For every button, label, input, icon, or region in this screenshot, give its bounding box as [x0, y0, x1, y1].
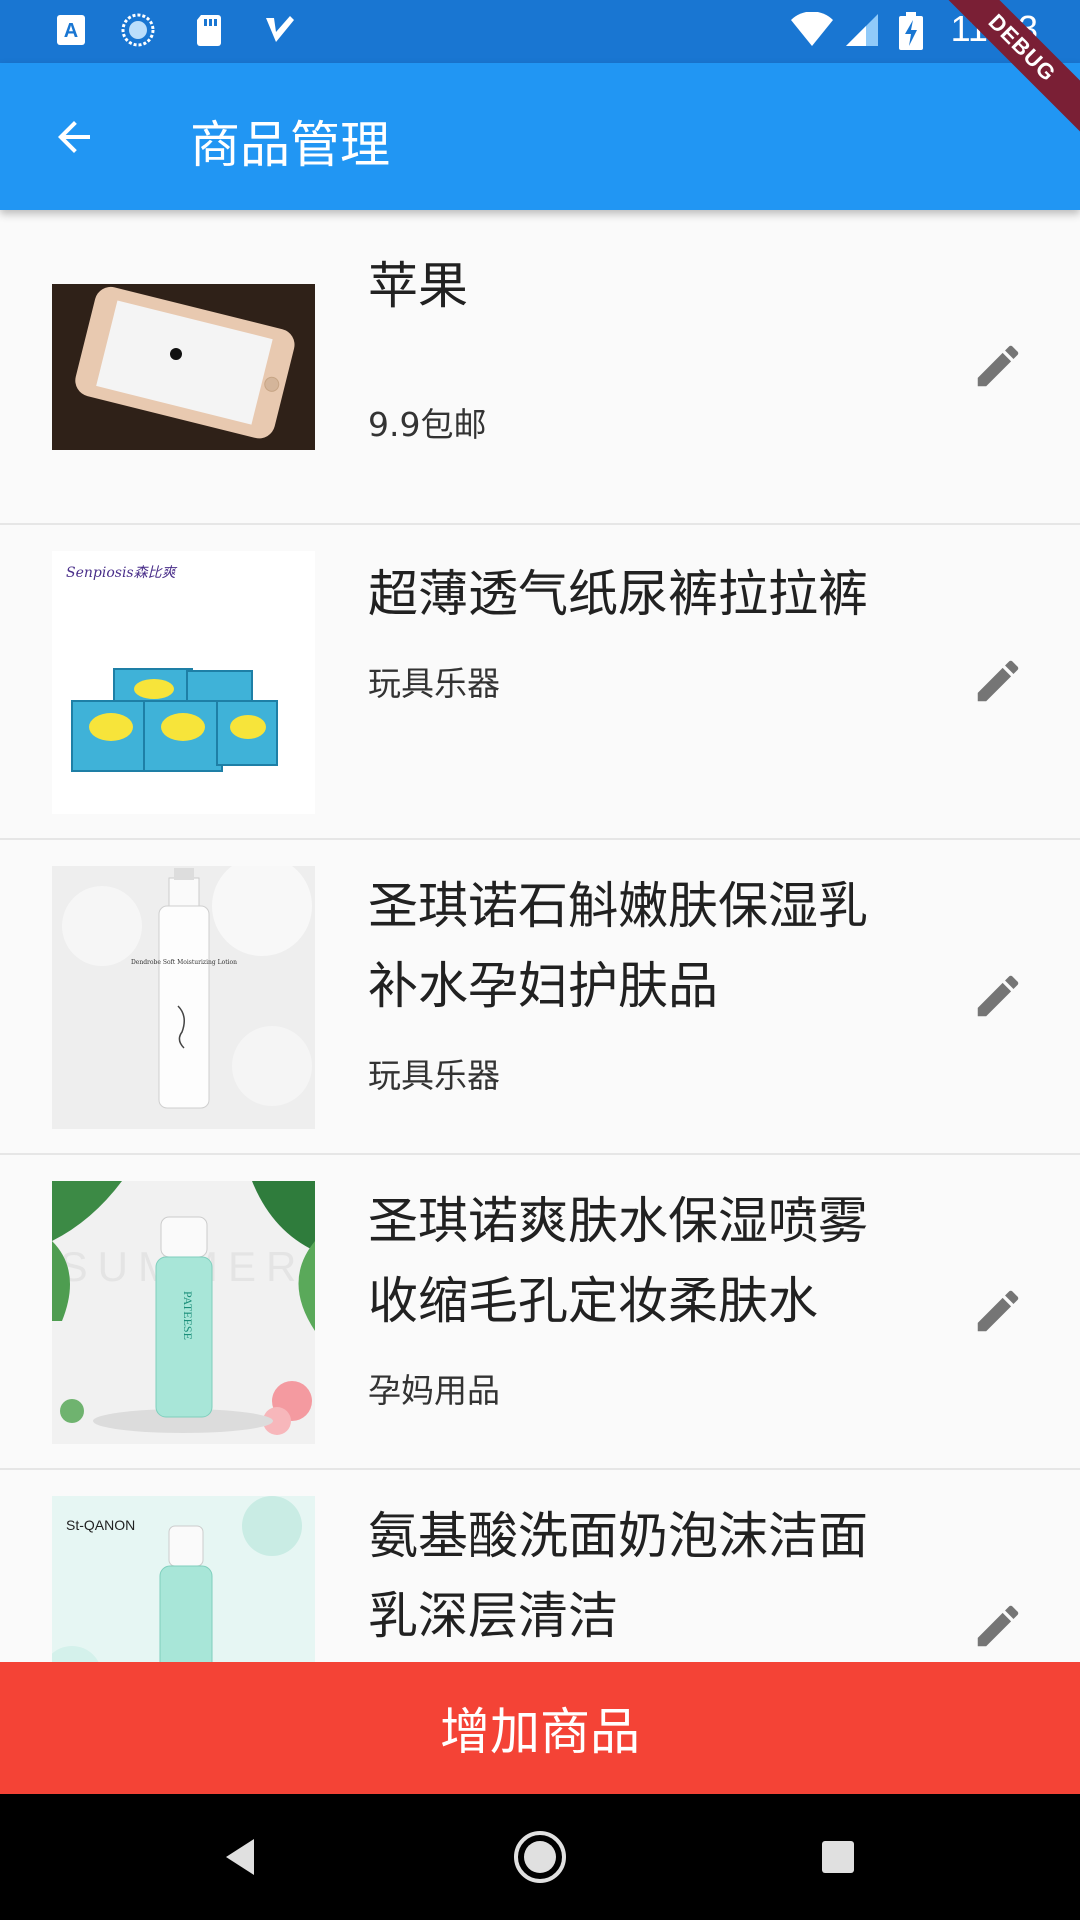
check-icon: [262, 12, 298, 48]
svg-text:A: A: [64, 20, 78, 42]
product-name: 苹果: [368, 257, 468, 315]
product-subtitle: 9.9包邮: [368, 405, 487, 444]
pencil-icon: [977, 975, 1019, 1017]
pencil-icon: [977, 1605, 1019, 1647]
product-image: Dendrobe Soft Moisturizing Lotion: [52, 866, 315, 1129]
product-name: 圣琪诺石斛嫩肤保湿乳补水孕妇护肤品: [368, 877, 868, 1015]
edit-button[interactable]: [968, 651, 1028, 711]
nav-home-button[interactable]: [508, 1825, 572, 1889]
system-nav-bar: [0, 1794, 1080, 1920]
sd-card-icon: [192, 12, 228, 48]
signal-icon: [844, 12, 880, 48]
list-item[interactable]: 苹果 9.9包邮: [0, 210, 1080, 525]
nav-back-button[interactable]: [208, 1825, 272, 1889]
back-triangle-icon: [226, 1839, 254, 1875]
product-subtitle: 玩具乐器: [368, 664, 500, 703]
svg-text:Dendrobe Soft Moisturizing Lot: Dendrobe Soft Moisturizing Lotion: [131, 959, 237, 966]
product-image: Senpiosis森比爽: [52, 551, 315, 814]
list-item[interactable]: Senpiosis森比爽 超薄透气纸尿裤拉拉裤 玩具乐器: [0, 525, 1080, 840]
wifi-icon: [790, 11, 834, 48]
product-name: 氨基酸洗面奶泡沫洁面乳深层清洁: [368, 1507, 868, 1645]
product-name: 超薄透气纸尿裤拉拉裤: [368, 565, 868, 623]
pencil-icon: [977, 1290, 1019, 1332]
app-bar: 商品管理: [0, 63, 1080, 210]
product-name: 圣琪诺爽肤水保湿喷雾收缩毛孔定妆柔肤水: [368, 1192, 868, 1330]
product-image: [52, 284, 315, 450]
pencil-icon: [977, 345, 1019, 387]
recents-square-icon: [822, 1841, 854, 1873]
svg-text:PATEESE: PATEESE: [181, 1291, 195, 1340]
product-image: St-QANON: [52, 1496, 315, 1662]
product-subtitle: 孕妈用品: [368, 1371, 500, 1410]
product-list[interactable]: 苹果 9.9包邮 Senpiosis森比爽 超薄透气纸尿裤拉拉裤 玩具乐器 De…: [0, 210, 1080, 1662]
a-keyboard-icon: A: [54, 12, 90, 48]
svg-text:St-QANON: St-QANON: [66, 1517, 135, 1533]
edit-button[interactable]: [968, 1281, 1028, 1341]
battery-charging-icon: [898, 12, 924, 50]
product-image: SUMMER PATEESE: [52, 1181, 315, 1444]
add-product-button[interactable]: 增加商品: [0, 1662, 1080, 1794]
list-item[interactable]: Dendrobe Soft Moisturizing Lotion 圣琪诺石斛嫩…: [0, 840, 1080, 1155]
svg-text:Senpiosis森比爽: Senpiosis森比爽: [66, 565, 178, 581]
list-item[interactable]: St-QANON 氨基酸洗面奶泡沫洁面乳深层清洁: [0, 1470, 1080, 1662]
list-item[interactable]: SUMMER PATEESE 圣琪诺爽肤水保湿喷雾收缩毛孔定妆柔肤水 孕妈用品: [0, 1155, 1080, 1470]
pencil-icon: [977, 660, 1019, 702]
nav-recents-button[interactable]: [806, 1825, 870, 1889]
edit-button[interactable]: [968, 336, 1028, 396]
back-button[interactable]: [40, 107, 108, 167]
sync-icon: [120, 12, 156, 48]
page-title: 商品管理: [190, 116, 390, 174]
product-subtitle: 玩具乐器: [368, 1056, 500, 1095]
edit-button[interactable]: [968, 1596, 1028, 1656]
edit-button[interactable]: [968, 966, 1028, 1026]
arrow-back-icon: [58, 121, 90, 153]
home-circle-icon: [514, 1831, 566, 1883]
status-bar: A 11:43: [0, 0, 1080, 63]
